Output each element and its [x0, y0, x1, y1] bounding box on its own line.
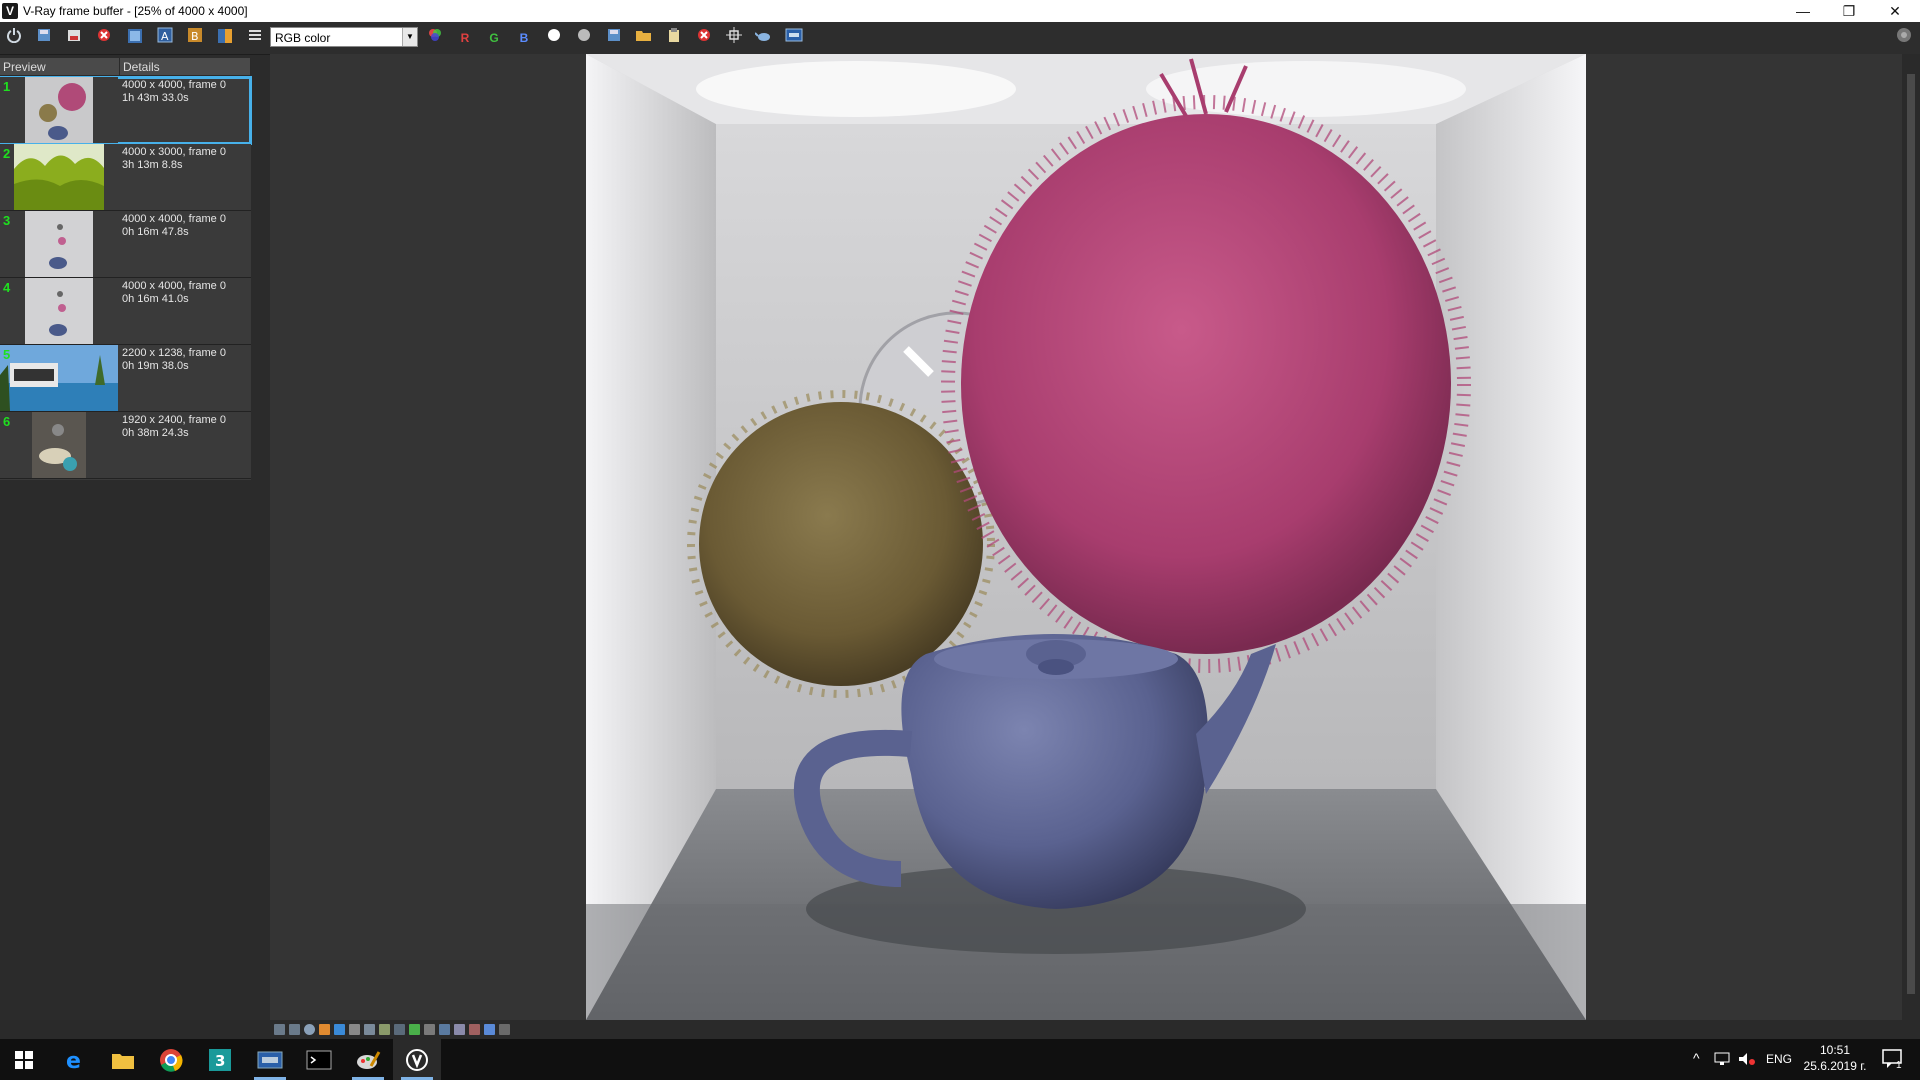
- channel-value: RGB color: [275, 31, 331, 45]
- volume-muted-icon[interactable]: [1738, 1052, 1756, 1069]
- hsl-icon[interactable]: [454, 1024, 465, 1035]
- history-item[interactable]: 5 2200 x 1238, frame 0 0h 19m 38.0s: [0, 345, 251, 412]
- crop-icon[interactable]: [499, 1024, 510, 1035]
- gear-icon[interactable]: [394, 1024, 405, 1035]
- notification-count: 1: [1896, 1060, 1902, 1071]
- color-corrections-icon[interactable]: [319, 1024, 330, 1035]
- channel-select[interactable]: RGB color ▼: [270, 27, 418, 47]
- paint-app-icon[interactable]: [344, 1039, 392, 1080]
- vray-frame-buffer-task-icon[interactable]: [246, 1039, 294, 1080]
- scrollbar-thumb[interactable]: [1907, 74, 1915, 994]
- history-icon[interactable]: [124, 27, 146, 49]
- levels-icon[interactable]: [334, 1024, 345, 1035]
- render-thumbnail: [0, 278, 118, 344]
- render-thumbnail: [0, 412, 118, 478]
- status-bar: [0, 1020, 1920, 1039]
- windows-taskbar: e 3 ^ ENG 10:51 25.6.2019 г. 1: [0, 1039, 1920, 1080]
- svg-text:3: 3: [215, 1052, 225, 1070]
- power-icon[interactable]: [3, 27, 25, 49]
- restore-button[interactable]: ❐: [1826, 0, 1872, 22]
- vertical-scrollbar[interactable]: [1902, 54, 1920, 1020]
- white-balance-icon[interactable]: [424, 1024, 435, 1035]
- history-item[interactable]: 1 4000 x 4000, frame 0 1h 43m 33.0s: [0, 76, 252, 145]
- history-item-number: 3: [3, 213, 11, 228]
- vray-task-icon[interactable]: [393, 1039, 441, 1080]
- save-all-icon[interactable]: [63, 27, 85, 49]
- background-icon[interactable]: [439, 1024, 450, 1035]
- window-title: V-Ray frame buffer - [25% of 4000 x 4000…: [23, 4, 248, 18]
- history-item-details: 1920 x 2400, frame 0 0h 38m 24.3s: [122, 414, 226, 439]
- windows-start-icon[interactable]: [0, 1039, 48, 1080]
- curve-icon[interactable]: [364, 1024, 375, 1035]
- srgb-icon[interactable]: [409, 1024, 420, 1035]
- chevron-down-icon: ▼: [402, 28, 417, 46]
- ab-compare-icon[interactable]: [214, 27, 236, 49]
- clock[interactable]: 10:51 25.6.2019 г.: [1800, 1042, 1870, 1074]
- render-thumbnail: [0, 345, 118, 411]
- svg-text:e: e: [66, 1049, 81, 1072]
- history-item[interactable]: 4 4000 x 4000, frame 0 0h 16m 41.0s: [0, 278, 251, 345]
- history-item-number: 6: [3, 414, 11, 429]
- history-item[interactable]: 3 4000 x 4000, frame 0 0h 16m 47.8s: [0, 211, 251, 278]
- history-item[interactable]: 2 4000 x 3000, frame 0 3h 13m 8.8s: [0, 144, 251, 211]
- chrome-icon[interactable]: [147, 1039, 195, 1080]
- clock-date: 25.6.2019 г.: [1803, 1059, 1867, 1073]
- network-icon[interactable]: [1714, 1052, 1730, 1069]
- render-history-panel: Preview Details 1 4000 x 4000, frame 0 1…: [0, 58, 252, 480]
- clock-time: 10:51: [1819, 1043, 1851, 1057]
- close-button[interactable]: ✕: [1872, 0, 1918, 22]
- compare-horizontal-icon[interactable]: [469, 1024, 480, 1035]
- history-item-number: 4: [3, 280, 11, 295]
- svg-text:B: B: [191, 30, 199, 43]
- info-icon[interactable]: [304, 1024, 315, 1035]
- input-language[interactable]: ENG: [1766, 1052, 1792, 1066]
- menu-icon[interactable]: [244, 27, 266, 49]
- history-item-details: 4000 x 4000, frame 0 0h 16m 41.0s: [122, 280, 226, 305]
- history-item-number: 5: [3, 347, 11, 362]
- preview-column-header[interactable]: Preview: [0, 58, 120, 76]
- history-item[interactable]: 6 1920 x 2400, frame 0 0h 38m 24.3s: [0, 412, 251, 479]
- svg-text:A: A: [161, 30, 169, 43]
- history-item-details: 4000 x 4000, frame 0 1h 43m 33.0s: [122, 79, 226, 104]
- render-thumbnail: [0, 211, 118, 277]
- history-item-details: 4000 x 4000, frame 0 0h 16m 47.8s: [122, 213, 226, 238]
- exposure-icon[interactable]: [379, 1024, 390, 1035]
- history-item-number: 1: [3, 79, 11, 94]
- history-item-details: 2200 x 1238, frame 0 0h 19m 38.0s: [122, 347, 226, 372]
- file-explorer-icon[interactable]: [99, 1039, 147, 1080]
- render-region-icon[interactable]: [289, 1024, 300, 1035]
- render-thumbnail: [0, 144, 118, 210]
- clear-image-icon[interactable]: [93, 27, 115, 49]
- history-item-details: 4000 x 3000, frame 0 3h 13m 8.8s: [122, 146, 226, 171]
- minimize-button[interactable]: —: [1780, 0, 1826, 22]
- track-mouse-icon[interactable]: [274, 1024, 285, 1035]
- compare-a-icon[interactable]: A: [154, 27, 176, 49]
- details-column-header[interactable]: Details: [120, 58, 251, 76]
- terminal-icon[interactable]: [295, 1039, 343, 1080]
- render-viewport[interactable]: [270, 54, 1902, 1020]
- render-thumbnail: [0, 77, 118, 143]
- chevron-up-icon[interactable]: ^: [1693, 1050, 1700, 1066]
- rendered-image: [586, 54, 1586, 1020]
- lut-icon[interactable]: [349, 1024, 360, 1035]
- vray-app-icon: V: [2, 3, 18, 19]
- title-bar: V V-Ray frame buffer - [25% of 4000 x 40…: [0, 0, 1920, 22]
- compare-vertical-icon[interactable]: [484, 1024, 495, 1035]
- compare-b-icon[interactable]: B: [184, 27, 206, 49]
- 3dsmax-icon[interactable]: 3: [196, 1039, 244, 1080]
- save-image-icon[interactable]: [33, 27, 55, 49]
- history-item-number: 2: [3, 146, 11, 161]
- edge-browser-icon[interactable]: e: [51, 1039, 99, 1080]
